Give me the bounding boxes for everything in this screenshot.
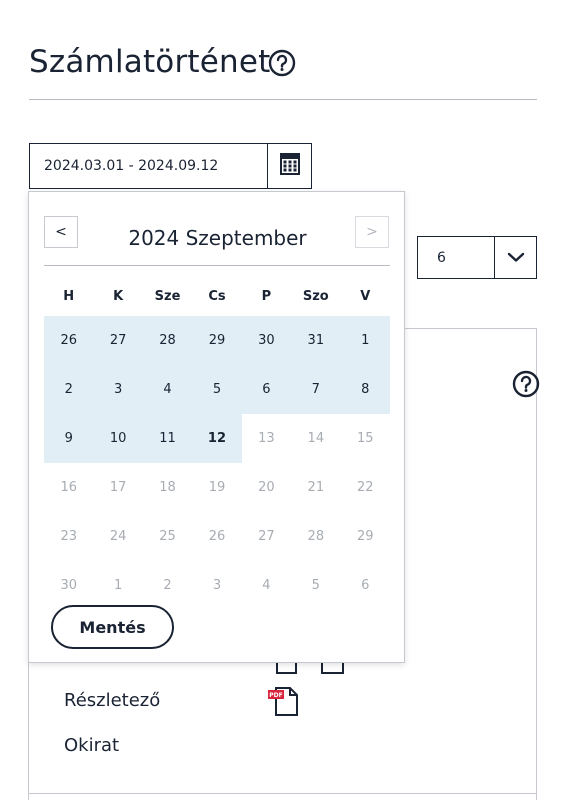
calendar-day-disabled: 26: [208, 529, 226, 544]
calendar-day-disabled: 21: [307, 480, 325, 495]
svg-text:PDF: PDF: [269, 692, 282, 699]
calendar-day[interactable]: 10: [93, 414, 143, 463]
calendar-day-disabled: 30: [60, 578, 77, 593]
calendar-day[interactable]: 3: [93, 365, 143, 414]
calendar-day-disabled: 18: [159, 480, 176, 495]
calendar-month-label: 2024 Szeptember: [128, 226, 307, 250]
weekday-label: Szo: [302, 288, 329, 304]
pdf-file-icon[interactable]: PDF: [268, 686, 300, 716]
chevron-left-icon: <: [55, 224, 67, 240]
details-label: Részletező: [64, 690, 161, 711]
calendar-day-disabled: 25: [159, 529, 176, 544]
count-select[interactable]: 6: [417, 236, 537, 279]
calendar-week: 16 17 18 19 20 21 22: [44, 463, 390, 512]
calendar-week: 26 27 28 29 30 31 1: [44, 316, 390, 365]
calendar-day[interactable]: 5: [192, 365, 242, 414]
calendar-day[interactable]: 31: [291, 316, 341, 365]
chevron-down-icon: [507, 248, 525, 267]
help-icon[interactable]: [268, 49, 296, 77]
calendar-day-disabled: 24: [109, 529, 127, 544]
date-range-value: 2024.03.01 - 2024.09.12: [44, 158, 219, 174]
calendar-day[interactable]: 28: [142, 316, 193, 365]
calendar-day-disabled: 20: [258, 480, 275, 495]
help-icon[interactable]: [512, 370, 540, 398]
page-title: Számlatörténet: [29, 44, 271, 80]
calendar-day-disabled: 2: [163, 578, 172, 593]
date-range-field[interactable]: 2024.03.01 - 2024.09.12: [29, 143, 312, 189]
card-divider: [28, 793, 537, 794]
calendar-week: 9 10 11 12 13 14 15: [44, 414, 390, 463]
calendar-week: 30 1 2 3 4 5 6: [44, 561, 390, 610]
calendar-week: 2 3 4 5 6 7 8: [44, 365, 390, 414]
calendar-day[interactable]: 26: [44, 316, 94, 365]
calendar-day[interactable]: 11: [142, 414, 193, 463]
calendar-day[interactable]: 6: [241, 365, 292, 414]
certificate-label: Okirat: [64, 735, 120, 756]
calendar-day[interactable]: 7: [291, 365, 341, 414]
calendar-day[interactable]: 30: [241, 316, 292, 365]
calendar-day-disabled: 27: [258, 529, 275, 544]
calendar-day[interactable]: 8: [340, 365, 390, 414]
calendar-day-disabled: 29: [356, 529, 374, 544]
calendar-day[interactable]: 9: [44, 414, 94, 463]
next-month-button[interactable]: >: [355, 216, 389, 248]
calendar-day-selected[interactable]: 12: [192, 414, 242, 463]
calendar-popup: < 2024 Szeptember > H K Sze Cs P Szo V 2…: [28, 191, 405, 663]
weekday-label: H: [63, 288, 75, 304]
previous-month-button[interactable]: <: [44, 216, 78, 248]
count-select-value: 6: [437, 250, 446, 266]
select-toggle[interactable]: [495, 237, 537, 278]
calendar-icon: [279, 152, 301, 180]
calendar-day-disabled: 1: [113, 578, 123, 593]
calendar-day[interactable]: 29: [192, 316, 242, 365]
calendar-day-disabled: 19: [208, 480, 226, 495]
calendar-day-disabled: 28: [307, 529, 325, 544]
title-divider: [29, 99, 537, 100]
calendar-day-disabled: 22: [356, 480, 374, 495]
calendar-week: 23 24 25 26 27 28 29: [44, 512, 390, 561]
calendar-day-disabled: 3: [212, 578, 222, 593]
weekday-label: Sze: [154, 288, 181, 304]
calendar-day[interactable]: 1: [340, 316, 390, 365]
weekday-label: V: [360, 288, 371, 304]
calendar-day-disabled: 17: [109, 480, 127, 495]
calendar-day-disabled: 13: [258, 431, 275, 446]
calendar-day-disabled: 23: [60, 529, 77, 544]
calendar-day-disabled: 6: [361, 578, 370, 593]
save-button[interactable]: Mentés: [51, 605, 174, 649]
weekday-header: H K Sze Cs P Szo V: [44, 276, 390, 316]
calendar-day-disabled: 4: [262, 578, 271, 593]
calendar-day-disabled: 5: [311, 578, 320, 593]
calendar-day-disabled: 16: [60, 480, 77, 495]
calendar-grid: H K Sze Cs P Szo V 26 27 28 29 30 31 1 2…: [44, 276, 390, 610]
calendar-divider: [44, 265, 390, 266]
calendar-day-disabled: 15: [356, 431, 374, 446]
weekday-label: P: [261, 288, 272, 304]
calendar-day[interactable]: 27: [93, 316, 143, 365]
weekday-label: K: [113, 288, 124, 304]
weekday-label: Cs: [208, 288, 226, 304]
calendar-day[interactable]: 2: [44, 365, 94, 414]
calendar-button[interactable]: [268, 144, 312, 188]
calendar-day[interactable]: 4: [142, 365, 193, 414]
calendar-day-disabled: 14: [307, 431, 325, 446]
chevron-right-icon: >: [366, 224, 378, 240]
